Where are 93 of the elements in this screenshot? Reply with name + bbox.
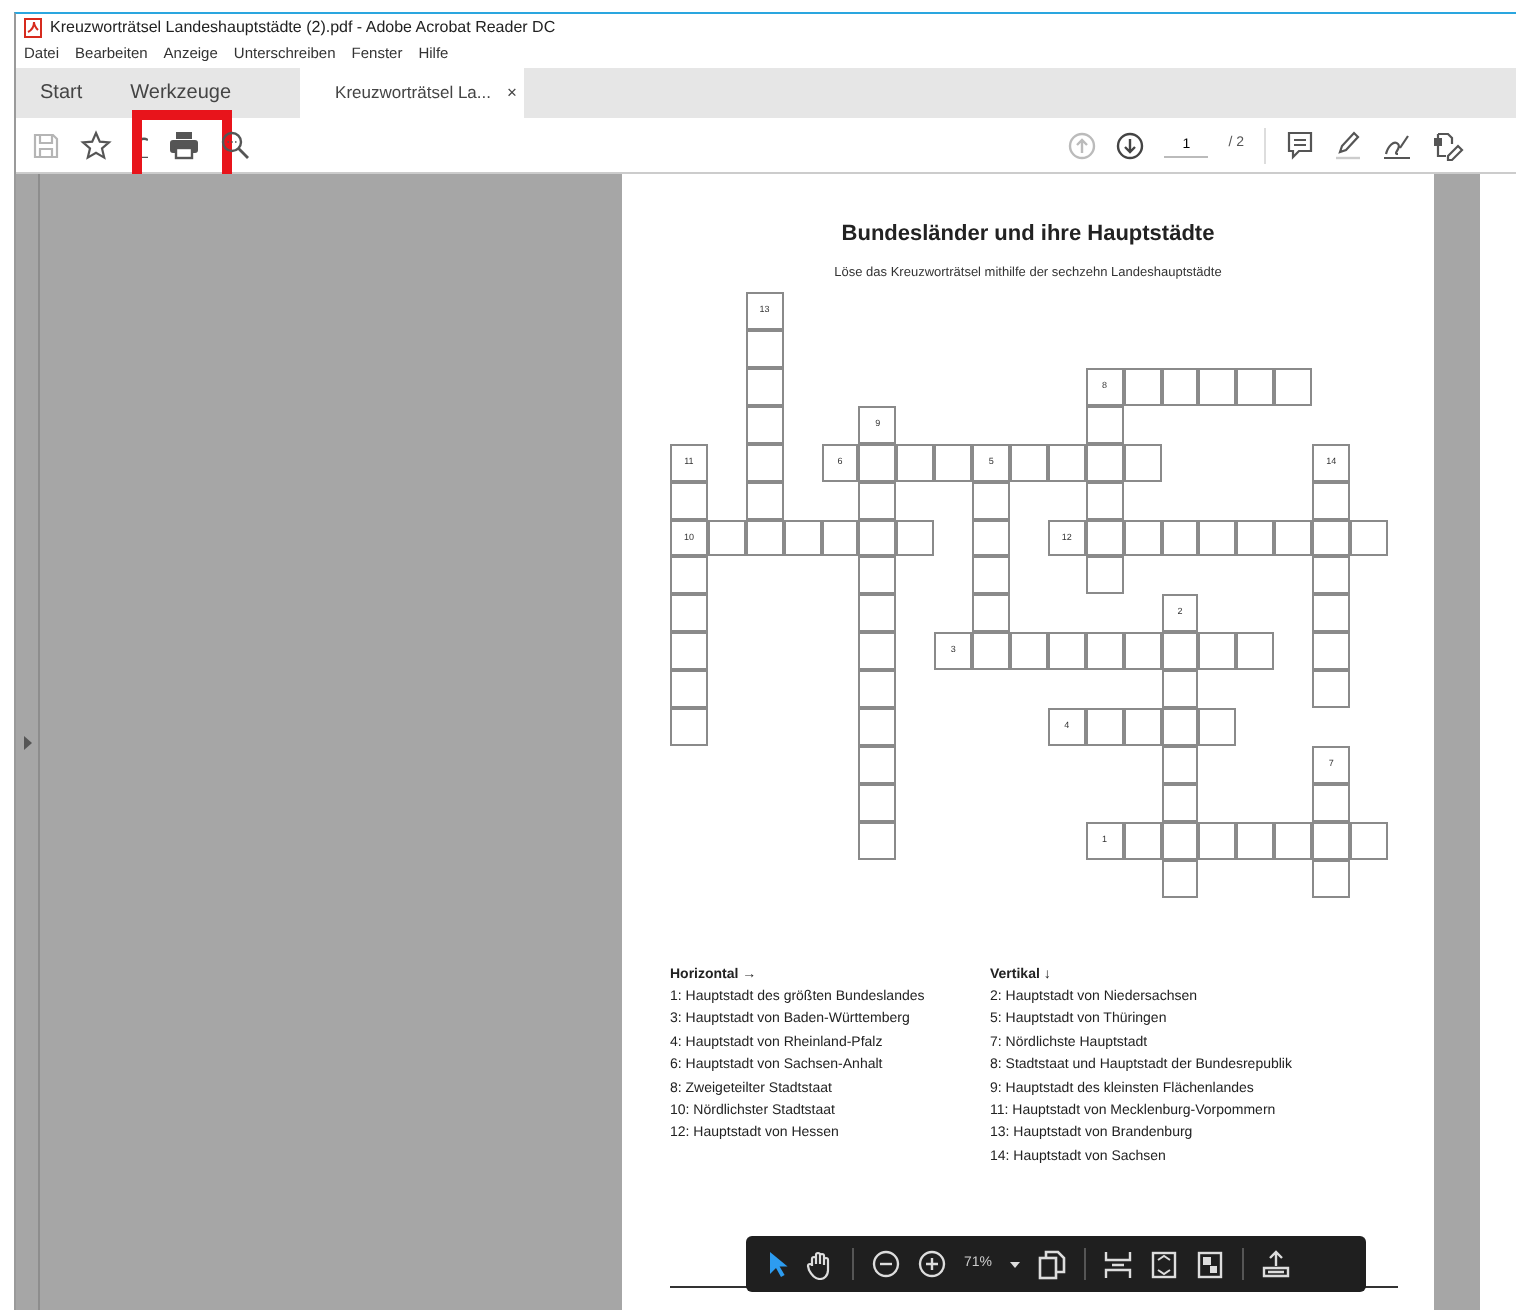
crossword-cell <box>1312 859 1351 897</box>
crossword-cell <box>1312 821 1351 860</box>
crossword-cell <box>858 481 897 520</box>
crossword-cell <box>1123 708 1162 746</box>
document-pen-icon[interactable] <box>1432 129 1464 161</box>
crossword-cell <box>858 556 897 595</box>
crossword-cell <box>1161 368 1199 406</box>
crossword-cell <box>1161 708 1199 746</box>
crossword-cell <box>1161 670 1199 709</box>
crossword-cell <box>670 708 708 746</box>
crossword-cell <box>1350 519 1388 557</box>
crossword-cell <box>1161 783 1199 822</box>
caret-icon[interactable] <box>1010 1261 1021 1267</box>
crossword-cell <box>1123 632 1162 671</box>
crossword-cell <box>1274 821 1313 860</box>
crossword-cell <box>1161 519 1199 557</box>
crossword-cell <box>1085 632 1124 671</box>
crossword-cell <box>1123 443 1162 482</box>
crossword-cell <box>670 632 708 671</box>
crossword-cell <box>670 670 708 709</box>
fit-width-icon[interactable] <box>1104 1249 1133 1279</box>
crossword-cell <box>858 708 897 746</box>
crossword-cell <box>1198 368 1237 406</box>
cursor-icon[interactable] <box>768 1250 788 1278</box>
share-icon[interactable] <box>1262 1249 1291 1279</box>
crossword-cell <box>1198 821 1237 860</box>
crossword-cell <box>1312 670 1351 709</box>
crossword-cell <box>1312 519 1351 557</box>
document-tab[interactable]: Kreuzworträtsel La... × <box>299 68 524 118</box>
crossword-cell <box>1161 859 1199 897</box>
crossword-cell <box>858 783 897 822</box>
crossword-cell <box>972 519 1011 557</box>
crossword-cell <box>1236 368 1275 406</box>
signature-icon[interactable] <box>1382 130 1412 160</box>
crossword-cell <box>1236 821 1275 860</box>
crossword-cell <box>1350 821 1388 860</box>
zoom-in-icon[interactable] <box>918 1250 946 1278</box>
tab[interactable]: Werkzeuge <box>106 68 256 118</box>
crossword-cell <box>858 519 897 557</box>
pdf-icon <box>24 17 42 37</box>
tab[interactable]: Start <box>16 68 107 118</box>
zoom-out-icon[interactable] <box>872 1250 900 1278</box>
hand-icon[interactable] <box>806 1249 834 1279</box>
next-page-icon[interactable] <box>1116 131 1145 159</box>
full-screen-icon[interactable] <box>1196 1249 1225 1279</box>
crossword-cell <box>858 670 897 709</box>
crossword-cell <box>1198 632 1237 671</box>
crossword-cell <box>1047 443 1086 482</box>
crossword-cell <box>1010 632 1048 671</box>
crossword-cell <box>745 519 784 557</box>
window-title: Kreuzworträtsel Landeshauptstädte (2).pdf - Adobe Acrobat Reader DC <box>50 15 556 39</box>
crossword-cell <box>972 594 1011 633</box>
crossword-cell <box>1312 594 1351 633</box>
crossword-cell <box>858 821 897 860</box>
pen-icon[interactable] <box>1334 130 1362 160</box>
crossword-cell <box>858 632 897 671</box>
crossword-cell <box>1236 519 1275 557</box>
crossword-cell <box>1312 632 1351 671</box>
crossword-cell <box>670 594 708 633</box>
crossword-cell <box>1161 745 1199 784</box>
crossword-cell <box>896 519 935 557</box>
crossword-cell <box>1085 556 1124 595</box>
crossword-cell <box>1274 368 1313 406</box>
print-icon[interactable] <box>168 130 200 160</box>
zoom-icon[interactable] <box>220 130 250 160</box>
crossword-cell <box>1198 708 1237 746</box>
pages-icon[interactable] <box>1038 1249 1067 1279</box>
crossword-cell <box>1161 821 1199 860</box>
comment-icon[interactable] <box>1286 130 1314 160</box>
crossword-cell <box>745 481 784 520</box>
fit-page-icon[interactable] <box>1150 1249 1179 1279</box>
crossword-cell <box>1085 443 1124 482</box>
crossword-cell <box>972 556 1011 595</box>
crossword-cell <box>1312 556 1351 595</box>
crossword-cell <box>745 405 784 444</box>
crossword-cell <box>821 519 859 557</box>
crossword-cell <box>1236 632 1275 671</box>
crossword-cell <box>858 745 897 784</box>
crossword-cell <box>1274 519 1313 557</box>
crossword-cell <box>858 594 897 633</box>
sidebar-toggle[interactable] <box>16 174 40 1310</box>
crossword-cell <box>745 443 784 482</box>
crossword-cell <box>745 368 784 406</box>
star-icon[interactable] <box>80 129 112 161</box>
document-title: Bundesländer und ihre Hauptstädte <box>839 220 1217 250</box>
crossword-cell <box>1198 519 1237 557</box>
crossword-cell <box>1123 519 1162 557</box>
crossword-cell <box>1085 481 1124 520</box>
crossword-cell <box>1047 632 1086 671</box>
crossword-cell <box>783 519 822 557</box>
crossword-cell <box>896 443 935 482</box>
expand-arrow-icon[interactable] <box>23 735 31 749</box>
close-button[interactable]: × <box>506 80 517 106</box>
